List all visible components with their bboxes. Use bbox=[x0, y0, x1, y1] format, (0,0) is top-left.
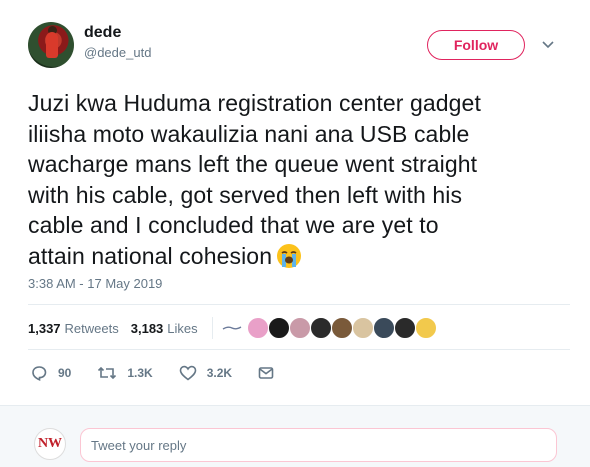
divider bbox=[28, 349, 570, 350]
likes-stat[interactable]: 3,183 Likes bbox=[131, 321, 198, 336]
tweet-stats: 1,337 Retweets 3,183 Likes bbox=[28, 317, 221, 339]
tweet-line: Juzi kwa Huduma registration center gadg… bbox=[28, 90, 481, 116]
chevron-down-icon[interactable] bbox=[542, 40, 554, 50]
liker-avatar[interactable] bbox=[268, 317, 290, 339]
tweet-text: Juzi kwa Huduma registration center gadg… bbox=[28, 88, 573, 271]
reply-action[interactable]: 90 bbox=[30, 365, 71, 381]
liker-avatar[interactable] bbox=[352, 317, 374, 339]
tweet-timestamp[interactable]: 3:38 AM - 17 May 2019 bbox=[28, 276, 162, 291]
like-count: 3.2K bbox=[206, 366, 233, 380]
divider bbox=[28, 304, 570, 305]
liker-avatar[interactable] bbox=[289, 317, 311, 339]
tweet-line: attain national cohesion bbox=[28, 241, 573, 272]
avatar-figure bbox=[46, 32, 58, 58]
liker-avatar[interactable] bbox=[415, 317, 437, 339]
author-name[interactable]: dede bbox=[84, 24, 121, 42]
reply-bar: NW bbox=[0, 405, 590, 467]
reply-count: 90 bbox=[58, 366, 72, 380]
tweet-line-text: attain national cohesion bbox=[28, 242, 273, 269]
reply-icon bbox=[32, 366, 47, 381]
tweet-line: wacharge mans left the queue went straig… bbox=[28, 151, 478, 177]
tweet-line: with his cable, got served then left wit… bbox=[28, 181, 463, 208]
author-avatar[interactable] bbox=[28, 22, 74, 68]
retweets-label: Retweets bbox=[64, 320, 119, 336]
likes-label: Likes bbox=[167, 320, 198, 336]
like-action[interactable]: 3.2K bbox=[179, 365, 232, 381]
small-logo-icon[interactable] bbox=[222, 323, 242, 333]
envelope-icon bbox=[258, 367, 274, 379]
retweets-count: 1,337 bbox=[28, 320, 61, 336]
loudly-crying-face-emoji-icon bbox=[277, 243, 302, 268]
likes-count: 3,183 bbox=[130, 320, 164, 336]
tweet-line: cable and I concluded that we are yet to bbox=[28, 212, 439, 238]
reply-user-avatar[interactable]: NW bbox=[34, 428, 66, 460]
reply-input[interactable] bbox=[80, 428, 557, 462]
liker-avatar[interactable] bbox=[331, 317, 353, 339]
retweet-count: 1.3K bbox=[127, 366, 153, 380]
tweet-actions: 90 1.3K 3.2K bbox=[30, 363, 310, 383]
author-handle[interactable]: @dede_utd bbox=[84, 45, 151, 60]
retweet-action[interactable]: 1.3K bbox=[97, 365, 153, 381]
liker-avatar[interactable] bbox=[394, 317, 416, 339]
liker-avatar[interactable] bbox=[247, 317, 269, 339]
direct-message-action[interactable] bbox=[258, 366, 284, 380]
likers-avatars bbox=[222, 317, 437, 339]
retweet-icon bbox=[98, 366, 117, 380]
heart-icon bbox=[179, 365, 197, 381]
liker-avatar[interactable] bbox=[310, 317, 332, 339]
retweets-stat[interactable]: 1,337 Retweets bbox=[28, 321, 119, 336]
follow-button[interactable]: Follow bbox=[427, 30, 525, 60]
liker-avatar[interactable] bbox=[373, 317, 395, 339]
tweet-header: dede @dede_utd Follow bbox=[0, 0, 590, 80]
tweet-line: iliisha moto wakaulizia nani ana USB cab… bbox=[28, 120, 470, 147]
stats-separator bbox=[211, 317, 213, 339]
